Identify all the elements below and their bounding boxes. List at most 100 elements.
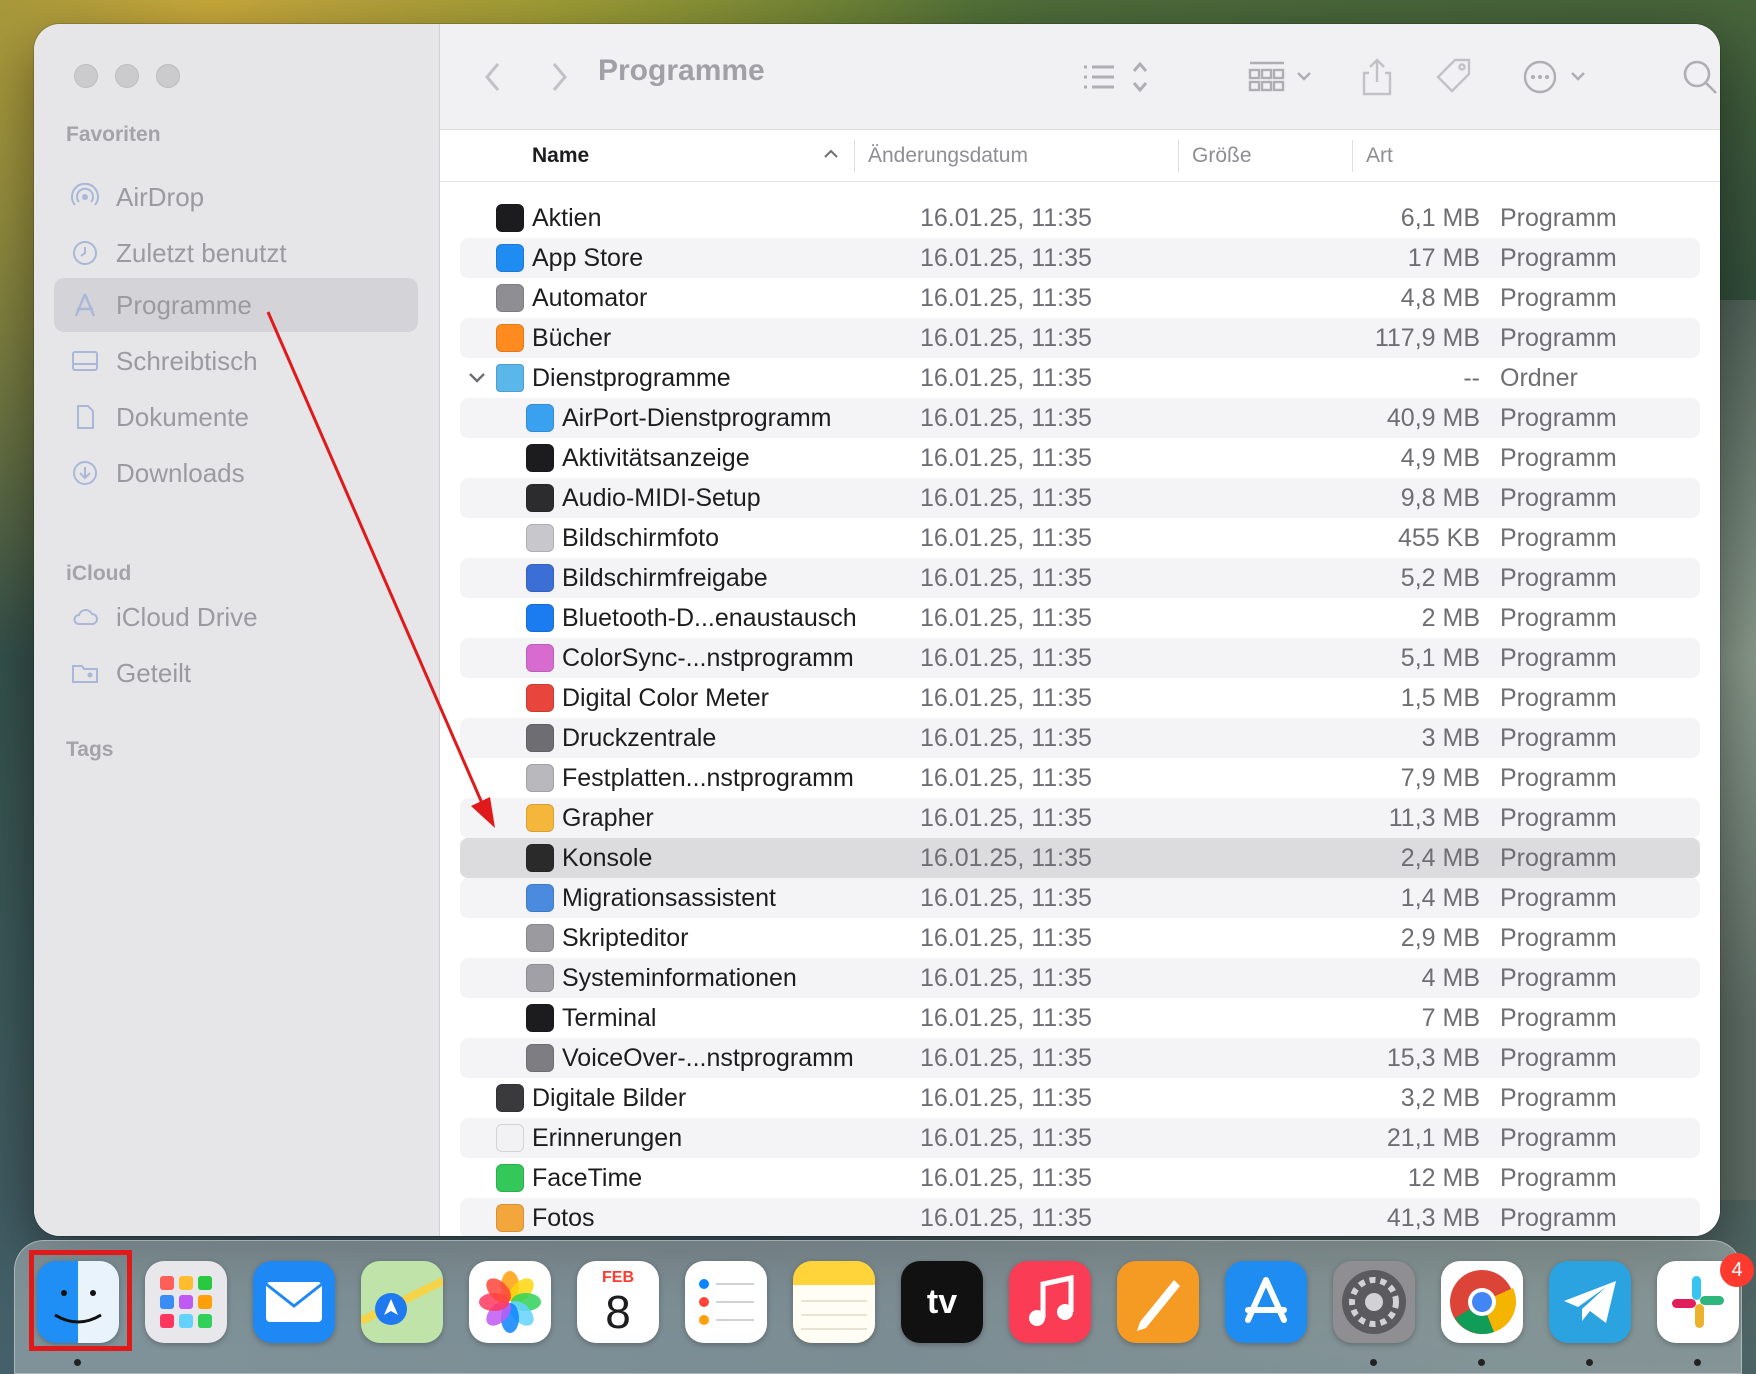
file-name: Terminal <box>562 1004 657 1032</box>
column-date[interactable]: Änderungsdatum <box>868 144 1028 168</box>
table-row[interactable]: Konsole 16.01.25, 11:35 2,4 MB Programm <box>460 838 1700 878</box>
table-row[interactable]: AirPort-Dienstprogramm 16.01.25, 11:35 40,… <box>460 398 1700 438</box>
tag-button[interactable] <box>1434 56 1474 98</box>
table-row[interactable]: Migrationsassistent 16.01.25, 11:35 1,4 MB… <box>460 878 1700 918</box>
app-icon <box>526 724 554 752</box>
music-icon[interactable] <box>1009 1261 1091 1343</box>
sidebar-item-applications[interactable]: Programme <box>54 278 418 332</box>
file-kind: Programm <box>1500 324 1617 352</box>
search-button[interactable] <box>1680 56 1720 98</box>
file-kind: Programm <box>1500 564 1617 592</box>
table-row[interactable]: Bluetooth-D...enaustausch 16.01.25, 11:35… <box>460 598 1700 638</box>
mail-icon[interactable] <box>253 1261 335 1343</box>
apple-tv-label: tv <box>926 1282 958 1321</box>
calendar-icon[interactable]: FEB 8 <box>577 1261 659 1343</box>
file-date: 16.01.25, 11:35 <box>920 1204 1092 1232</box>
app-store-icon[interactable] <box>1225 1261 1307 1343</box>
telegram-icon[interactable] <box>1549 1261 1631 1343</box>
back-button[interactable] <box>482 56 504 98</box>
file-name: Audio-MIDI-Setup <box>562 484 761 512</box>
table-row[interactable]: FaceTime 16.01.25, 11:35 12 MB Programm <box>460 1158 1700 1198</box>
table-row[interactable]: Bücher 16.01.25, 11:35 117,9 MB Programm <box>460 318 1700 358</box>
disclosure-chevron-icon[interactable] <box>466 364 488 392</box>
table-row[interactable]: Aktien 16.01.25, 11:35 6,1 MB Programm <box>460 198 1700 238</box>
group-button[interactable] <box>1246 56 1316 98</box>
table-row[interactable]: Automator 16.01.25, 11:35 4,8 MB Programm <box>460 278 1700 318</box>
share-button[interactable] <box>1360 56 1394 98</box>
table-row[interactable]: Bildschirmfreigabe 16.01.25, 11:35 5,2 MB P… <box>460 558 1700 598</box>
download-icon <box>70 458 100 488</box>
file-kind: Ordner <box>1500 364 1578 392</box>
sidebar: Favoriten AirDrop Zuletzt benutzt Progra… <box>34 24 440 1236</box>
list-view-button[interactable] <box>1080 56 1150 98</box>
file-size: 4,8 MB <box>1400 284 1480 312</box>
sidebar-item-downloads[interactable]: Downloads <box>54 446 418 500</box>
file-date: 16.01.25, 11:35 <box>920 484 1092 512</box>
table-row[interactable]: Systeminformationen 16.01.25, 11:35 4 MB Pr… <box>460 958 1700 998</box>
finder-window: Favoriten AirDrop Zuletzt benutzt Progra… <box>34 24 1720 1236</box>
sidebar-section-favorites: Favoriten <box>66 123 161 146</box>
minimize-button[interactable] <box>115 64 139 88</box>
reminders-icon[interactable] <box>685 1261 767 1343</box>
file-kind: Programm <box>1500 644 1617 672</box>
sidebar-item-label: Programme <box>116 289 252 320</box>
table-row[interactable]: Audio-MIDI-Setup 16.01.25, 11:35 9,8 MB Pro… <box>460 478 1700 518</box>
launchpad-icon[interactable] <box>145 1261 227 1343</box>
column-size[interactable]: Größe <box>1192 144 1252 168</box>
photos-icon[interactable] <box>469 1261 551 1343</box>
forward-button[interactable] <box>548 56 570 98</box>
table-row[interactable]: App Store 16.01.25, 11:35 17 MB Programm <box>460 238 1700 278</box>
pages-icon[interactable] <box>1117 1261 1199 1343</box>
sidebar-item-shared[interactable]: Geteilt <box>54 646 418 700</box>
table-row[interactable]: Fotos 16.01.25, 11:35 41,3 MB Programm <box>460 1198 1700 1236</box>
zoom-button[interactable] <box>156 64 180 88</box>
file-date: 16.01.25, 11:35 <box>920 964 1092 992</box>
file-name: Bildschirmfreigabe <box>562 564 768 592</box>
table-row[interactable]: Dienstprogramme 16.01.25, 11:35 -- Ordner <box>460 358 1700 398</box>
sidebar-item-icloud-drive[interactable]: iCloud Drive <box>54 590 418 644</box>
running-indicator <box>1694 1359 1701 1366</box>
file-name: Bücher <box>532 324 612 352</box>
table-row[interactable]: Terminal 16.01.25, 11:35 7 MB Programm <box>460 998 1700 1038</box>
sidebar-item-documents[interactable]: Dokumente <box>54 390 418 444</box>
sidebar-item-recents[interactable]: Zuletzt benutzt <box>54 226 418 280</box>
app-icon <box>496 284 524 312</box>
table-row[interactable]: ColorSync-...nstprogramm 16.01.25, 11:35 5… <box>460 638 1700 678</box>
dock: FEB 8 tv <box>14 1240 1742 1374</box>
table-row[interactable]: Grapher 16.01.25, 11:35 11,3 MB Programm <box>460 798 1700 838</box>
table-row[interactable]: Festplatten...nstprogramm 16.01.25, 11:35… <box>460 758 1700 798</box>
table-row[interactable]: Skripteditor 16.01.25, 11:35 2,9 MB Program… <box>460 918 1700 958</box>
file-size: 2 MB <box>1421 604 1480 632</box>
app-icon <box>496 204 524 232</box>
sidebar-item-airdrop[interactable]: AirDrop <box>54 170 418 224</box>
apple-tv-icon[interactable]: tv <box>901 1261 983 1343</box>
table-row[interactable]: Digital Color Meter 16.01.25, 11:35 1,5 MB… <box>460 678 1700 718</box>
sidebar-item-desktop[interactable]: Schreibtisch <box>54 334 418 388</box>
file-name: App Store <box>532 244 644 272</box>
table-row[interactable]: Digitale Bilder 16.01.25, 11:35 3,2 MB Prog… <box>460 1078 1700 1118</box>
table-row[interactable]: Druckzentrale 16.01.25, 11:35 3 MB Programm <box>460 718 1700 758</box>
file-name: Dienstprogramme <box>532 364 731 392</box>
column-name[interactable]: Name <box>532 144 589 168</box>
file-date: 16.01.25, 11:35 <box>920 1044 1092 1072</box>
table-row[interactable]: Bildschirmfoto 16.01.25, 11:35 455 KB Progr… <box>460 518 1700 558</box>
file-size: 6,1 MB <box>1400 204 1480 232</box>
app-icon <box>496 324 524 352</box>
file-date: 16.01.25, 11:35 <box>920 1124 1092 1152</box>
system-settings-icon[interactable] <box>1333 1261 1415 1343</box>
maps-icon[interactable] <box>361 1261 443 1343</box>
close-button[interactable] <box>74 64 98 88</box>
chrome-icon[interactable] <box>1441 1261 1523 1343</box>
notes-icon[interactable] <box>793 1261 875 1343</box>
column-kind[interactable]: Art <box>1366 144 1393 168</box>
file-date: 16.01.25, 11:35 <box>920 284 1092 312</box>
table-row[interactable]: Aktivitätsanzeige 16.01.25, 11:35 4,9 MB Pr… <box>460 438 1700 478</box>
table-row[interactable]: Erinnerungen 16.01.25, 11:35 21,1 MB Progra… <box>460 1118 1700 1158</box>
file-date: 16.01.25, 11:35 <box>920 604 1092 632</box>
more-actions-button[interactable] <box>1522 56 1592 98</box>
table-row[interactable]: VoiceOver-...nstprogramm 16.01.25, 11:35 1… <box>460 1038 1700 1078</box>
file-kind: Programm <box>1500 484 1617 512</box>
app-icon <box>526 484 554 512</box>
file-date: 16.01.25, 11:35 <box>920 444 1092 472</box>
file-kind: Programm <box>1500 844 1617 872</box>
